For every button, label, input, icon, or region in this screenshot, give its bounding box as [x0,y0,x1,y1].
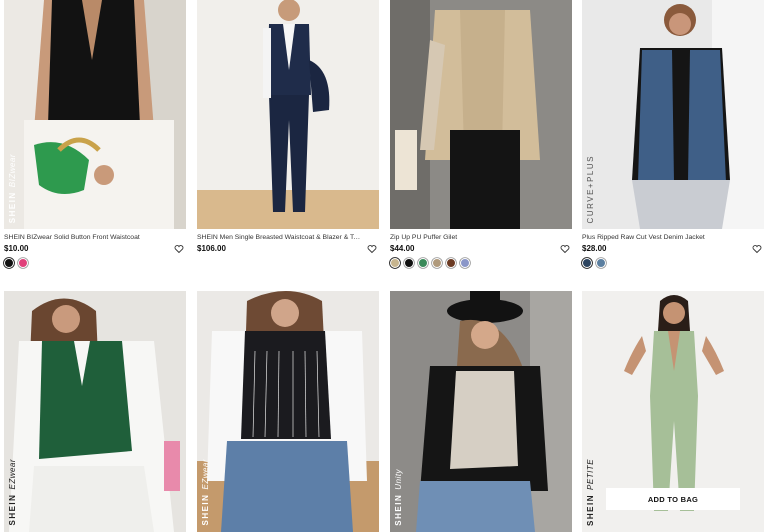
color-swatch[interactable] [418,258,428,268]
color-swatches [582,258,606,270]
product-title[interactable]: SHEIN Men Single Breasted Waistcoat & Bl… [197,234,361,241]
color-swatch[interactable] [18,258,28,268]
product-image[interactable]: SHEINEZwear [4,291,186,532]
brand-label: CURVE+PLUS [586,154,595,223]
color-swatch[interactable] [390,258,400,268]
color-swatch[interactable] [4,258,14,268]
color-swatches [4,258,28,270]
brand-label: SHEINUnity [394,469,403,526]
color-swatch[interactable] [596,258,606,268]
product-image[interactable] [197,0,379,229]
brand-label: SHEINBIZwear [8,153,17,223]
brand-label: SHEINEZwear [8,459,17,526]
heart-icon[interactable] [174,244,184,254]
product-image[interactable]: SHEINBIZwear [4,0,186,229]
product-price: $10.00 [4,244,29,253]
product-image[interactable] [390,0,572,229]
product-title[interactable]: SHEIN BIZwear Solid Button Front Waistco… [4,234,168,241]
product-image[interactable]: SHEINEZwear [197,291,379,532]
add-to-bag-button[interactable]: ADD TO BAG [606,488,740,510]
brand-label: SHEINEZwear [201,459,210,526]
product-title[interactable]: Plus Ripped Raw Cut Vest Denim Jacket [582,234,746,241]
color-swatch[interactable] [582,258,592,268]
color-swatch[interactable] [446,258,456,268]
product-image[interactable]: CURVE+PLUS [582,0,764,229]
color-swatches [390,258,470,270]
product-price: $106.00 [197,244,226,253]
color-swatch[interactable] [404,258,414,268]
heart-icon[interactable] [560,244,570,254]
color-swatch[interactable] [460,258,470,268]
product-title[interactable]: Zip Up PU Puffer Gilet [390,234,554,241]
color-swatch[interactable] [432,258,442,268]
product-price: $44.00 [390,244,415,253]
brand-label: SHEINPETITE [586,459,595,526]
heart-icon[interactable] [752,244,762,254]
product-price: $28.00 [582,244,607,253]
product-grid: SHEINBIZwear SHEIN BIZwear Solid Button … [0,0,768,532]
product-image[interactable]: SHEINUnity [390,291,572,532]
heart-icon[interactable] [367,244,377,254]
